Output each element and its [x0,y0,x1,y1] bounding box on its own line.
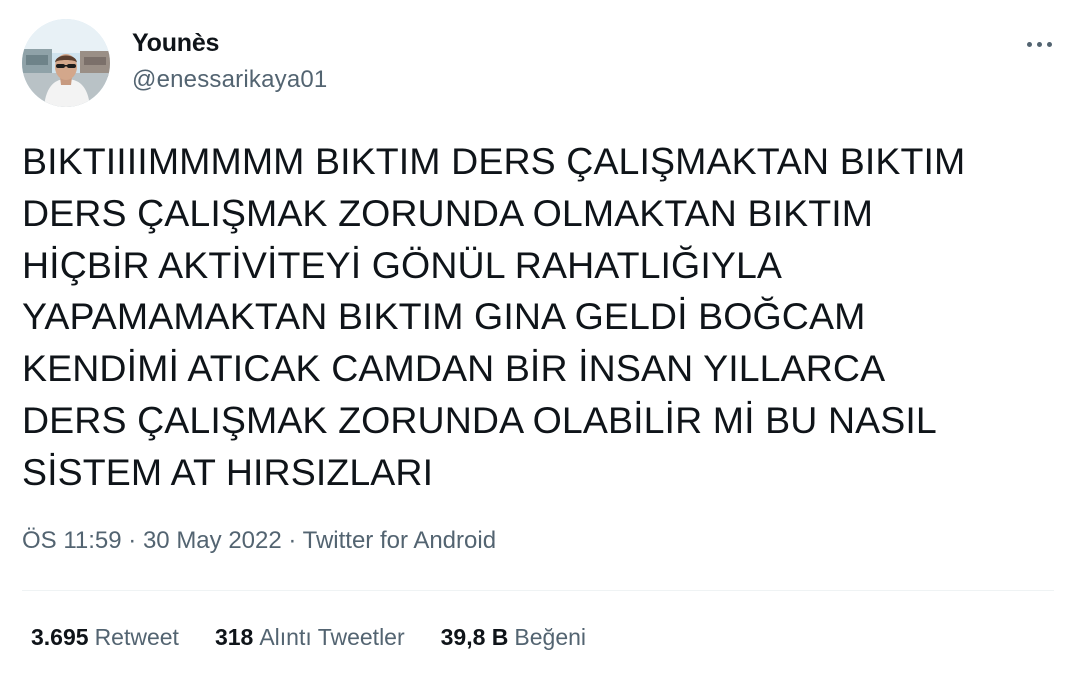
user-handle[interactable]: @enessarikaya01 [132,66,327,94]
tweet-text: BIKTIIIIMMMMM BIKTIM DERS ÇALIŞMAKTAN BI… [22,136,1072,499]
quotes-label: Alıntı Tweetler [259,624,405,650]
dot [1026,41,1032,47]
likes-count: 39,8 B [440,624,509,650]
dot [1046,41,1052,47]
quotes-stat[interactable]: 318 Alıntı Tweetler [215,624,405,651]
tweet-time[interactable]: ÖS 11:59 [22,527,122,554]
tweet-source[interactable]: Twitter for Android [303,527,496,554]
tweet-card: Younès @enessarikaya01 BIKTIIIIMMMMM BIK… [0,0,1085,675]
tweet-line: BIKTIIIIMMMMM BIKTIM DERS ÇALIŞMAKTAN BI… [22,140,966,182]
retweets-count: 3.695 [31,624,89,650]
divider [22,590,1054,591]
display-name[interactable]: Younès [132,29,219,58]
more-options-icon[interactable] [1015,24,1063,64]
dot [1036,41,1042,47]
meta-separator: · [121,527,143,554]
likes-stat[interactable]: 39,8 B Beğeni [441,624,586,651]
tweet-line: HİÇBİR AKTİVİTEYİ GÖNÜL RAHATLIĞIYLA [22,243,783,286]
retweets-stat[interactable]: 3.695 Retweet [31,624,179,651]
tweet-metadata: ÖS 11:59 · 30 May 2022 · Twitter for And… [22,527,496,555]
tweet-line: KENDİMİ ATICAK CAMDAN BİR İNSAN YILLARCA [22,347,886,390]
profile-photo [22,19,110,107]
likes-label: Beğeni [514,624,587,650]
tweet-date[interactable]: 30 May 2022 [143,527,282,554]
quotes-count: 318 [214,624,254,650]
retweets-label: Retweet [94,624,179,650]
meta-separator: · [281,527,303,554]
tweet-stats: 3.695 Retweet 318 Alıntı Tweetler 39,8 B Be… [31,624,622,651]
tweet-line: YAPAMAMAKTAN BIKTIM GINA GELDİ BOĞCAM [22,295,866,338]
tweet-line: DERS ÇALIŞMAK ZORUNDA OLMAKTAN BIKTIM [22,191,874,234]
tweet-line: SİSTEM AT HIRSIZLARI [22,450,434,493]
avatar[interactable] [22,19,110,107]
tweet-line: DERS ÇALIŞMAK ZORUNDA OLABİLİR Mİ BU NAS… [22,398,937,441]
